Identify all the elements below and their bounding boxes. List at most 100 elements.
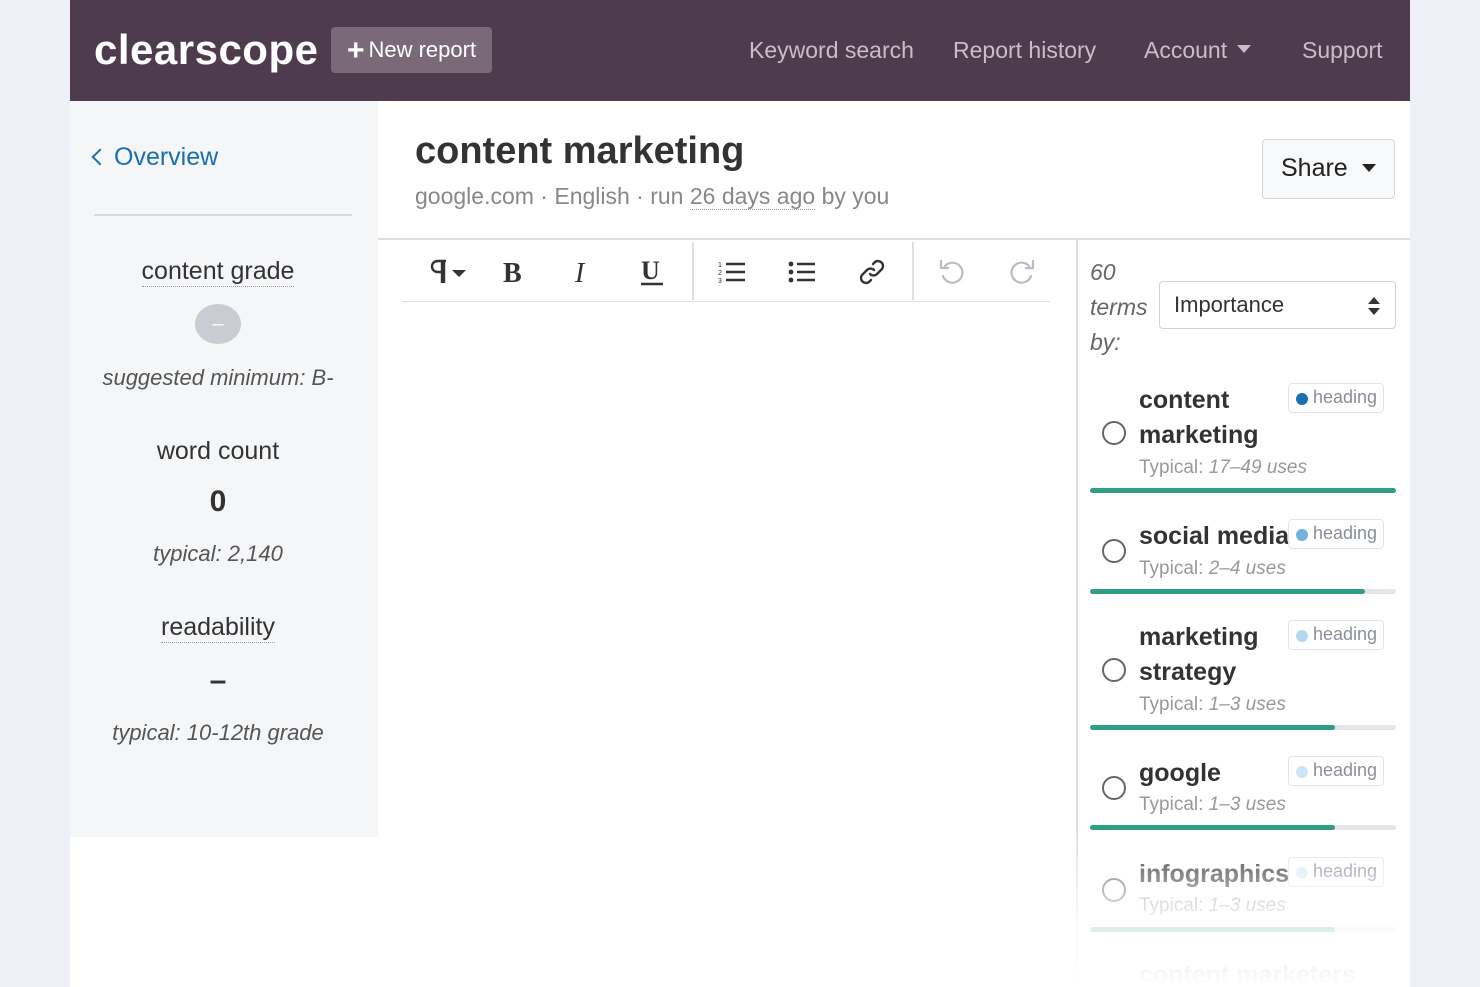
term-item[interactable]: social media heading Typical: 2–4 uses [1090, 519, 1396, 595]
word-count-label: word count [156, 437, 280, 465]
toolbar-separator [692, 242, 694, 300]
nav-report-history[interactable]: Report history [953, 37, 1096, 64]
editor-toolbar: B I U 1 2 3 [402, 242, 1050, 302]
nav-support[interactable]: Support [1302, 37, 1383, 64]
term-radio[interactable] [1102, 421, 1126, 445]
nav-keyword-search[interactable]: Keyword search [749, 37, 914, 64]
paragraph-icon [430, 259, 466, 283]
underline-icon: U [641, 257, 663, 286]
overview-label: Overview [114, 143, 219, 171]
term-progress-bar [1090, 589, 1396, 594]
term-typical: Typical: 1–3 uses [1139, 895, 1286, 916]
term-badge: heading [1288, 519, 1384, 549]
ordered-list-button[interactable]: 1 2 3 [702, 242, 762, 302]
nav-account-label: Account [1144, 37, 1228, 63]
term-progress-fill [1090, 825, 1335, 830]
svg-text:I: I [574, 258, 586, 286]
terms-count-label: 60 terms by: [1090, 259, 1148, 355]
content-editor[interactable] [402, 304, 1050, 964]
readability-typical: typical: 10-12th grade [112, 720, 324, 745]
term-typical: Typical: 1–3 uses [1139, 694, 1286, 715]
redo-button[interactable] [992, 242, 1052, 302]
term-item[interactable]: content marketers [1090, 958, 1396, 987]
header-divider [378, 238, 1410, 240]
svg-text:U: U [641, 257, 660, 285]
term-progress-bar [1090, 927, 1396, 932]
term-name: infographics [1139, 860, 1290, 888]
term-progress-bar [1090, 825, 1396, 830]
term-badge: heading [1288, 857, 1384, 887]
term-badge: heading [1288, 756, 1384, 786]
run-time[interactable]: 26 days ago [689, 183, 816, 210]
app-frame: clearscope + New report Keyword search Re… [70, 0, 1410, 987]
bold-button[interactable]: B [482, 242, 542, 302]
link-icon [859, 259, 885, 285]
sort-arrows-icon [1368, 297, 1380, 315]
new-report-label: New report [368, 37, 477, 62]
bullet-list-icon [788, 261, 815, 283]
badge-dot [1296, 393, 1308, 405]
term-radio[interactable] [1102, 878, 1126, 902]
svg-text:B: B [503, 258, 522, 286]
bold-icon: B [503, 258, 522, 286]
term-radio[interactable] [1102, 539, 1126, 563]
term-typical: Typical: 2–4 uses [1139, 558, 1286, 579]
badge-dot [1296, 630, 1308, 642]
suggested-minimum: suggested minimum: B- [102, 365, 334, 390]
term-item[interactable]: content marketing heading Typical: 17–49… [1090, 383, 1396, 493]
nav-account-dropdown[interactable]: Account [1144, 37, 1252, 64]
share-button[interactable]: Share [1262, 139, 1395, 199]
undo-icon [939, 259, 964, 284]
term-item[interactable]: infographics heading Typical: 1–3 uses [1090, 857, 1396, 933]
term-item[interactable]: google heading Typical: 1–3 uses [1090, 756, 1396, 832]
word-count-typical: typical: 2,140 [153, 541, 283, 566]
readability-value: – [209, 664, 227, 697]
share-label: Share [1281, 154, 1348, 182]
svg-text:3: 3 [718, 278, 722, 284]
content-grade-label[interactable]: content grade [70, 257, 366, 287]
bullet-list-button[interactable] [772, 242, 832, 302]
term-name: social media [1139, 522, 1290, 550]
link-button[interactable] [842, 242, 902, 302]
term-progress-bar [1090, 725, 1396, 730]
term-progress-fill [1090, 927, 1335, 932]
content-grade-badge: – [195, 304, 241, 344]
undo-button[interactable] [922, 242, 982, 302]
term-name: content marketers [1139, 961, 1356, 987]
redo-icon [1010, 259, 1035, 284]
word-count-value: 0 [209, 485, 227, 518]
ordered-list-icon: 1 2 3 [718, 262, 745, 284]
badge-dot [1296, 867, 1308, 879]
svg-text:2: 2 [718, 270, 722, 277]
sort-by-select[interactable]: Importance [1159, 281, 1396, 329]
term-progress-bar [1090, 488, 1396, 493]
terms-panel-divider [1076, 239, 1078, 987]
badge-dot [1296, 766, 1308, 778]
sidebar-divider [94, 214, 352, 216]
caret-down-icon [1361, 164, 1376, 172]
sort-by-value: Importance [1174, 292, 1285, 317]
metrics-sidebar: Overview content grade – suggested minim… [70, 101, 378, 837]
badge-dot [1296, 529, 1308, 541]
caret-down-icon [1237, 45, 1252, 53]
svg-text:1: 1 [718, 262, 722, 269]
term-typical: Typical: 1–3 uses [1139, 794, 1286, 815]
chevron-left-icon [91, 148, 109, 166]
term-radio[interactable] [1102, 776, 1126, 800]
term-radio[interactable] [1102, 658, 1126, 682]
brand-logo[interactable]: clearscope [94, 26, 318, 74]
report-title: content marketing [415, 130, 745, 172]
underline-button[interactable]: U [622, 242, 682, 302]
term-badge: heading [1288, 383, 1384, 413]
readability-label[interactable]: readability [70, 613, 366, 643]
italic-button[interactable]: I [552, 242, 612, 302]
overview-back-link[interactable]: Overview [91, 143, 219, 172]
term-progress-fill [1090, 589, 1366, 594]
term-typical: Typical: 17–49 uses [1139, 457, 1307, 478]
plus-icon: + [346, 34, 365, 67]
term-badge: heading [1288, 620, 1384, 650]
term-item[interactable]: marketing strategy heading Typical: 1–3 … [1090, 620, 1396, 732]
new-report-button[interactable]: + New report [331, 27, 492, 73]
report-meta: google.com · English · run 26 days ago b… [415, 183, 890, 210]
paragraph-style-button[interactable] [416, 242, 476, 302]
